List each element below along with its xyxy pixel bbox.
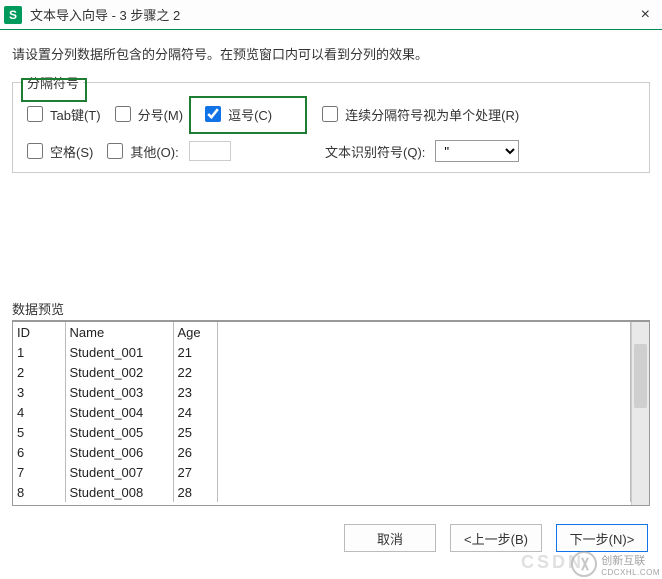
table-cell xyxy=(217,462,631,482)
delimiter-tab[interactable]: Tab键(T) xyxy=(23,103,101,125)
preview-label: 数据预览 xyxy=(12,299,650,318)
delimiter-comma-checkbox[interactable] xyxy=(205,106,221,122)
table-cell: 5 xyxy=(13,422,65,442)
table-row: 6Student_00626 xyxy=(13,442,631,462)
window-title: 文本导入向导 - 3 步骤之 2 xyxy=(30,5,633,24)
table-cell xyxy=(217,482,631,502)
text-qualifier-label: 文本识别符号(Q): xyxy=(325,142,425,161)
table-cell: 28 xyxy=(173,482,217,502)
table-header-row: ID Name Age xyxy=(13,322,631,342)
delimiter-semicolon-checkbox[interactable] xyxy=(115,106,131,122)
table-cell: Student_004 xyxy=(65,402,173,422)
table-row: 1Student_00121 xyxy=(13,342,631,362)
close-icon[interactable]: × xyxy=(633,6,658,24)
table-cell xyxy=(217,342,631,362)
table-cell: Student_002 xyxy=(65,362,173,382)
table-cell: 21 xyxy=(173,342,217,362)
delimiter-consecutive[interactable]: 连续分隔符号视为单个处理(R) xyxy=(318,103,519,125)
text-qualifier-select[interactable]: " xyxy=(435,140,519,162)
app-icon: S xyxy=(4,6,22,24)
table-cell: 8 xyxy=(13,482,65,502)
table-cell: 7 xyxy=(13,462,65,482)
table-cell: Student_007 xyxy=(65,462,173,482)
delimiter-other-label: 其他(O): xyxy=(130,142,178,161)
table-cell: 23 xyxy=(173,382,217,402)
table-cell: 2 xyxy=(13,362,65,382)
titlebar: S 文本导入向导 - 3 步骤之 2 × xyxy=(0,0,662,30)
table-cell: 4 xyxy=(13,402,65,422)
scrollbar-thumb[interactable] xyxy=(634,344,647,408)
table-cell: Student_008 xyxy=(65,482,173,502)
table-row: 8Student_00828 xyxy=(13,482,631,502)
cancel-button[interactable]: 取消 xyxy=(344,524,436,552)
table-row: 7Student_00727 xyxy=(13,462,631,482)
col-header-age: Age xyxy=(173,322,217,342)
table-cell: 26 xyxy=(173,442,217,462)
delimiter-tab-checkbox[interactable] xyxy=(27,106,43,122)
delimiter-legend: 分隔符号 xyxy=(23,73,83,92)
dialog-body: 请设置分列数据所包含的分隔符号。在预览窗口内可以看到分列的效果。 分隔符号 Ta… xyxy=(0,30,662,514)
table-cell xyxy=(217,382,631,402)
table-cell: 1 xyxy=(13,342,65,362)
back-button[interactable]: <上一步(B) xyxy=(450,524,542,552)
table-cell: Student_006 xyxy=(65,442,173,462)
table-cell: 3 xyxy=(13,382,65,402)
delimiter-comma[interactable]: 逗号(C) xyxy=(193,100,280,128)
table-cell: Student_001 xyxy=(65,342,173,362)
delimiter-semicolon-label: 分号(M) xyxy=(138,105,184,124)
delimiter-tab-label: Tab键(T) xyxy=(50,105,101,124)
preview-scrollbar[interactable] xyxy=(631,322,649,505)
table-cell xyxy=(217,362,631,382)
preview-box: ID Name Age 1Student_001212Student_00222… xyxy=(12,320,650,506)
watermark-brand-sub: CDCXHL.COM xyxy=(601,568,660,577)
table-row: 2Student_00222 xyxy=(13,362,631,382)
instruction-text: 请设置分列数据所包含的分隔符号。在预览窗口内可以看到分列的效果。 xyxy=(12,44,650,63)
col-header-empty xyxy=(217,322,631,342)
next-button[interactable]: 下一步(N)> xyxy=(556,524,648,552)
delimiter-consecutive-label: 连续分隔符号视为单个处理(R) xyxy=(345,105,519,124)
delimiter-semicolon[interactable]: 分号(M) xyxy=(111,103,184,125)
table-cell: 24 xyxy=(173,402,217,422)
delimiter-space-label: 空格(S) xyxy=(50,142,93,161)
delimiter-space-checkbox[interactable] xyxy=(27,143,43,159)
table-cell xyxy=(217,442,631,462)
table-cell: 25 xyxy=(173,422,217,442)
delimiter-group: 分隔符号 Tab键(T) 分号(M) 逗号(C) 连续分隔符号视为单个处理(R) xyxy=(12,73,650,173)
table-cell: 6 xyxy=(13,442,65,462)
table-row: 4Student_00424 xyxy=(13,402,631,422)
table-cell: Student_005 xyxy=(65,422,173,442)
preview-area: 数据预览 ID Name Age 1Student_001212Student_… xyxy=(12,299,650,506)
delimiter-other-checkbox[interactable] xyxy=(107,143,123,159)
table-row: 3Student_00323 xyxy=(13,382,631,402)
col-header-name: Name xyxy=(65,322,173,342)
delimiter-consecutive-checkbox[interactable] xyxy=(322,106,338,122)
col-header-id: ID xyxy=(13,322,65,342)
delimiter-comma-label: 逗号(C) xyxy=(228,105,272,124)
watermark-csdn: CSDN xyxy=(521,552,584,573)
table-cell xyxy=(217,422,631,442)
table-cell xyxy=(217,402,631,422)
table-cell: 22 xyxy=(173,362,217,382)
delimiter-space[interactable]: 空格(S) xyxy=(23,140,93,162)
delimiter-other[interactable]: 其他(O): xyxy=(103,140,178,162)
table-row: 5Student_00525 xyxy=(13,422,631,442)
table-cell: Student_003 xyxy=(65,382,173,402)
table-cell: 27 xyxy=(173,462,217,482)
delimiter-other-input[interactable] xyxy=(189,141,231,161)
preview-table: ID Name Age 1Student_001212Student_00222… xyxy=(13,322,631,502)
